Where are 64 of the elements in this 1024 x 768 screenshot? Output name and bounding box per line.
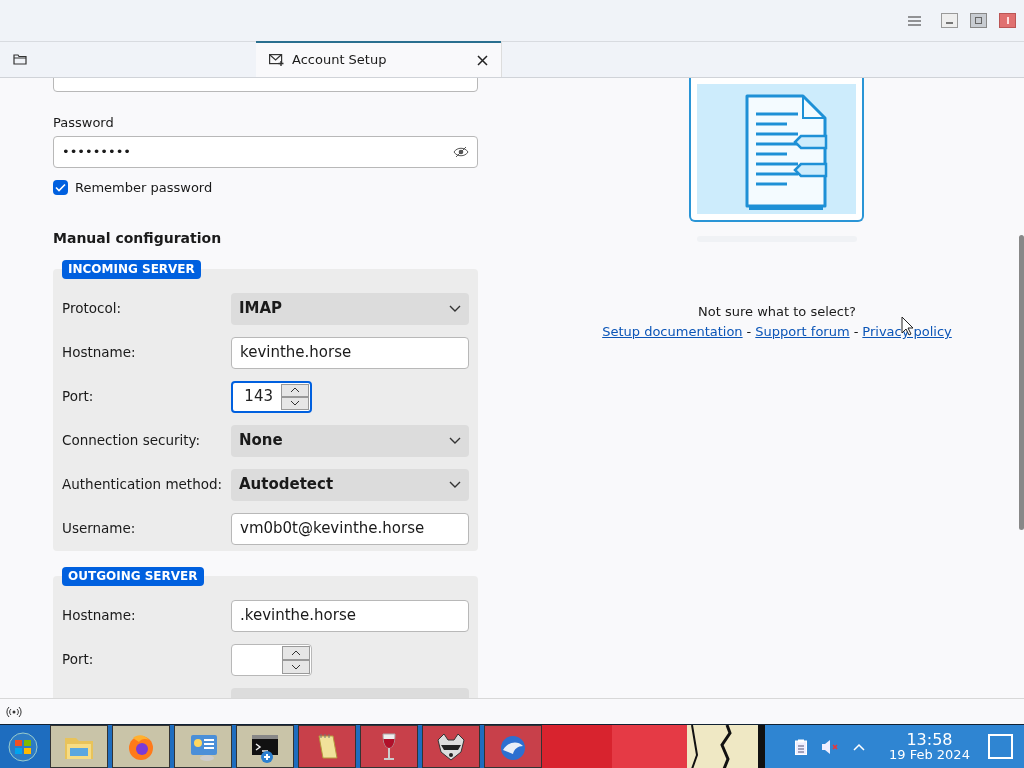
help-question: Not sure what to select? [698,303,856,321]
menu-icon[interactable] [908,15,921,26]
taskbar-app-button[interactable] [174,725,232,768]
checkbox-label: Remember password [75,179,213,197]
show-desktop-button[interactable] [987,734,1013,759]
chevron-down-icon [291,663,301,670]
chevron-down-icon [449,305,461,312]
taskbar-app-button[interactable] [484,725,542,768]
text-field[interactable]: .kevinthe.horse [231,599,469,632]
dropdown[interactable]: IMAP [231,292,469,325]
taskbar-app-button[interactable] [50,725,108,768]
windows-orb-icon [7,730,39,763]
maximize-button[interactable] [970,13,987,28]
taskbar-app-button[interactable] [236,725,294,768]
link-separator: - [746,323,752,341]
help-link[interactable]: Setup documentation [602,322,743,342]
field-label: Hostname: [62,343,136,363]
section-heading: Manual configuration [53,228,223,248]
field-label: Hostname: [62,606,136,626]
remember-checkbox[interactable] [53,180,68,196]
tab[interactable]: Account Setup [256,41,501,77]
port-value: 143 [244,386,273,408]
field-label: Password [53,114,115,132]
close-icon[interactable] [477,54,488,66]
document-icon [697,84,857,214]
password-field[interactable]: ••••••••• [53,136,478,168]
increment-button[interactable] [282,645,310,660]
envelope-icon [269,54,284,66]
port-spinbox[interactable] [231,643,312,676]
muted-speaker-icon[interactable] [821,738,839,755]
field-label: Connection security: [62,431,201,451]
field-label: Authentication method: [62,475,223,495]
help-link[interactable]: Support forum [755,322,850,342]
help-link[interactable]: Privacy policy [862,322,952,342]
scrollbar[interactable] [1019,235,1024,530]
taskbar-app-button[interactable] [422,725,480,768]
link-separator: - [853,323,859,341]
section-badge: INCOMING SERVER [62,259,201,279]
dropdown[interactable]: None [231,424,469,457]
field-label: Username: [62,519,136,539]
close-button[interactable] [999,13,1016,28]
text-field[interactable]: vm0b0t@kevinthe.horse [231,512,469,545]
chevron-up-icon[interactable] [853,742,865,751]
clipboard-icon[interactable] [795,738,807,755]
folder-icon [13,53,27,65]
chevron-down-icon [290,400,300,406]
chevron-up-icon [291,649,301,656]
minimize-button[interactable] [941,13,958,28]
taskbar-app-button[interactable] [112,725,170,768]
field-label: Port: [62,387,94,407]
taskbar-app-button[interactable] [298,725,356,768]
eye-slash-icon[interactable] [453,146,469,158]
field-label: Protocol: [62,299,121,319]
field-label: Port: [62,650,94,670]
dropdown[interactable]: Autodetect [231,468,469,501]
port-spinbox[interactable]: 143 [231,380,312,413]
chevron-up-icon [290,387,300,393]
chevron-down-icon [449,437,461,444]
section-badge: OUTGOING SERVER [62,566,204,586]
increment-button[interactable] [281,383,309,397]
taskbar-app-button[interactable] [360,725,418,768]
broadcast-icon [6,705,22,718]
chevron-down-icon [449,481,461,488]
text-field[interactable]: kevinthe.horse [231,336,469,369]
